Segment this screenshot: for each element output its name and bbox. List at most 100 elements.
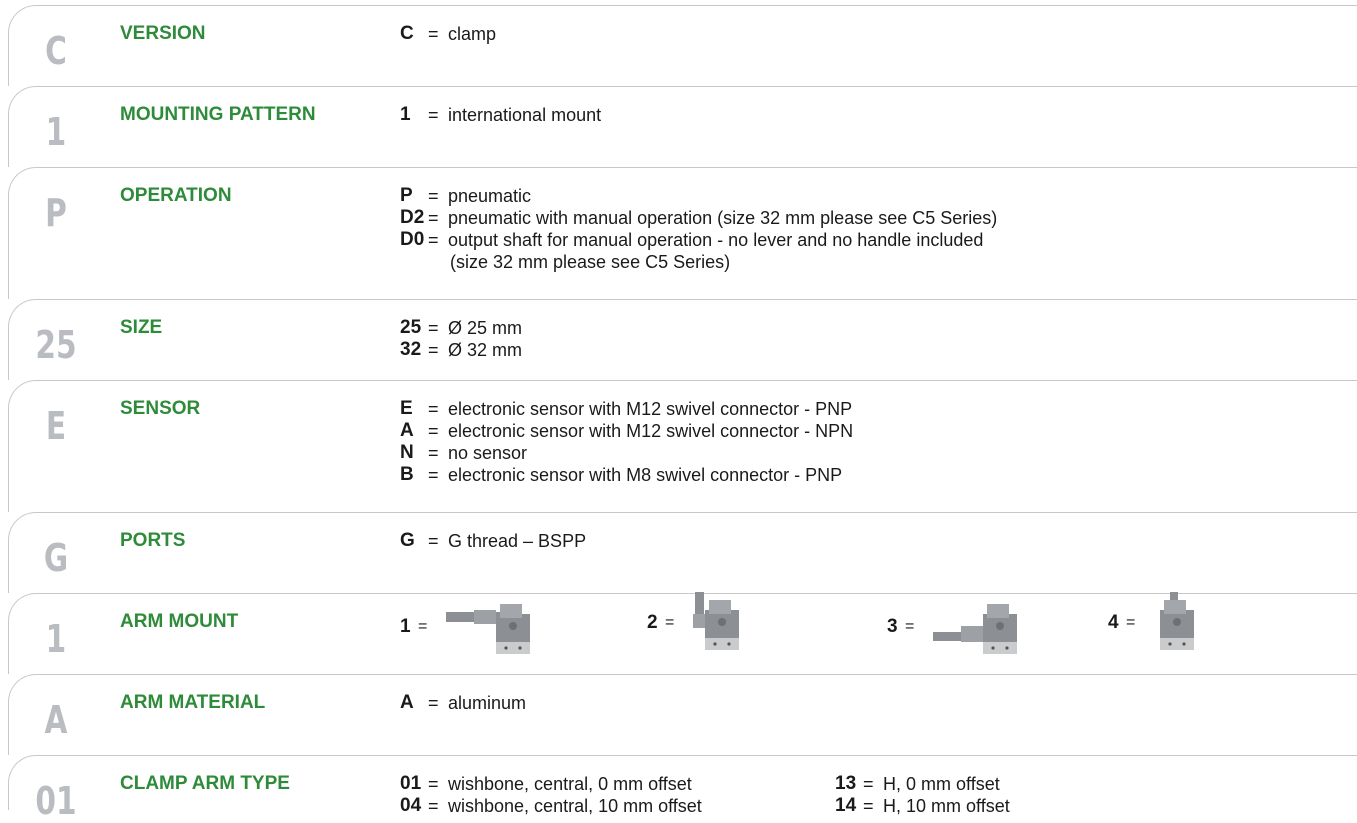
field-label: ARM MATERIAL [120,692,266,713]
row-size: 25 SIZE 25 = Ø 25 mm 32 = Ø 32 mm [0,299,1357,380]
options-list: 1 = international mount [400,104,601,126]
arm-mount-vertical-up-left-icon [693,592,739,650]
option-key: 4 [1108,612,1119,633]
row-version: C VERSION C = clamp [0,5,1357,86]
option-text: G thread – BSPP [448,531,587,551]
row-clamp-arm-type: 01 CLAMP ARM TYPE 01 = wishbone, central, 0 … [0,755,1357,821]
option-text: clamp [448,24,497,44]
options-list: 25 = Ø 25 mm 32 = Ø 32 mm [400,317,522,361]
options-list: P = pneumatic D2 = pneumatic with manual oper… [400,185,997,273]
equals-sign: = [428,340,439,360]
ordering-code-table: C VERSION C = clamp 1 MOUNTING PATTERN 1 = intern… [0,0,1357,821]
row-divider [100,167,1357,168]
code-letter: C [45,29,67,73]
option-item: G = G thread – BSPP [400,530,586,552]
arm-mount-vertical-up-icon [1160,592,1194,650]
option-text: pneumatic with manual operation (size 32… [448,208,998,228]
options-list: E = electronic sensor with M12 swivel conn… [400,398,853,486]
option-text: wishbone, central, 0 mm offset [448,774,692,794]
row-divider [100,5,1357,6]
option-text: wishbone, central, 10 mm offset [448,796,702,816]
code-letter: P [45,191,67,235]
option-item: 32 = Ø 32 mm [400,339,522,361]
row-divider [100,380,1357,381]
equals-sign: = [428,443,439,463]
option-text: aluminum [448,693,527,713]
option-text: H, 0 mm offset [883,774,1000,794]
option-key: E [400,398,413,419]
code-letter: 1 [45,617,67,661]
field-label: ARM MOUNT [120,611,239,632]
option-item: 01 = wishbone, central, 0 mm offset [400,773,702,795]
option-key: D0 [400,229,425,250]
arm-mount-option-4: 4 = [1108,591,1202,655]
options-list: A = aluminum [400,692,526,714]
code-letter: 1 [45,110,67,154]
option-key: N [400,442,414,463]
option-key: 32 [400,339,422,360]
field-label: MOUNTING PATTERN [120,104,316,125]
option-key: P [400,185,413,206]
row-operation: P OPERATION P = pneumatic D2 = pneumatic with m… [0,167,1357,299]
row-arm-material: A ARM MATERIAL A = aluminum [0,674,1357,755]
option-item: C = clamp [400,23,496,45]
option-key: 3 [887,616,898,637]
row-divider [100,512,1357,513]
option-key: 1 [400,104,411,125]
option-item: 13 = H, 0 mm offset [835,773,1010,795]
equals-sign: = [428,421,439,441]
equals-sign: = [428,186,439,206]
equals-sign: = [428,693,439,713]
option-item: B = electronic sensor with M8 swivel conne… [400,464,853,486]
option-key: G [400,530,415,551]
equals-sign: = [428,24,439,44]
option-key: B [400,464,414,485]
field-label: SIZE [120,317,163,338]
option-text: electronic sensor with M8 swivel connect… [448,465,843,485]
row-divider [100,674,1357,675]
code-letter: E [45,404,67,448]
arm-mount-horizontal-low-left-icon [933,604,1017,654]
code-letter: G [43,536,69,580]
options-list: 13 = H, 0 mm offset 14 = H, 10 mm offset [835,773,1010,817]
equals-sign: = [428,465,439,485]
option-item: D2 = pneumatic with manual operation (size… [400,207,997,229]
field-label: OPERATION [120,185,232,206]
field-label: CLAMP ARM TYPE [120,773,290,794]
options-list: G = G thread – BSPP [400,530,586,552]
option-item: D0 = output shaft for manual operation - n… [400,229,997,251]
options-list: C = clamp [400,23,496,45]
code-letter: A [44,698,68,742]
equals-sign: = [428,399,439,419]
field-label: VERSION [120,23,206,44]
option-text: international mount [448,105,602,125]
option-key: C [400,23,414,44]
code-letter: 25 [35,323,77,367]
option-text: electronic sensor with M12 swivel connec… [448,421,854,441]
option-text: H, 10 mm offset [883,796,1010,816]
option-key: A [400,692,414,713]
equals-sign: = [905,618,915,635]
row-divider [100,755,1357,756]
equals-sign: = [428,105,439,125]
arm-mount-option-1: 1 = [400,595,534,659]
option-item: P = pneumatic [400,185,997,207]
row-ports: G PORTS G = G thread – BSPP [0,512,1357,593]
code-letter: 01 [35,779,77,823]
arm-mount-horizontal-left-icon [446,604,530,654]
option-text: Ø 32 mm [448,340,523,360]
equals-sign: = [428,531,439,551]
field-label: SENSOR [120,398,201,419]
option-item: A = electronic sensor with M12 swivel conn… [400,420,853,442]
option-text: Ø 25 mm [448,318,523,338]
option-key: 2 [647,612,658,633]
option-item: 04 = wishbone, central, 10 mm offset [400,795,702,817]
option-text: pneumatic [448,186,532,206]
option-item: 14 = H, 10 mm offset [835,795,1010,817]
equals-sign: = [1126,614,1136,631]
arm-mount-option-3: 3 = [887,595,1021,659]
option-key: 25 [400,317,422,338]
option-text: output shaft for manual operation - no l… [448,230,984,250]
option-key: 04 [400,795,422,816]
equals-sign: = [665,614,675,631]
